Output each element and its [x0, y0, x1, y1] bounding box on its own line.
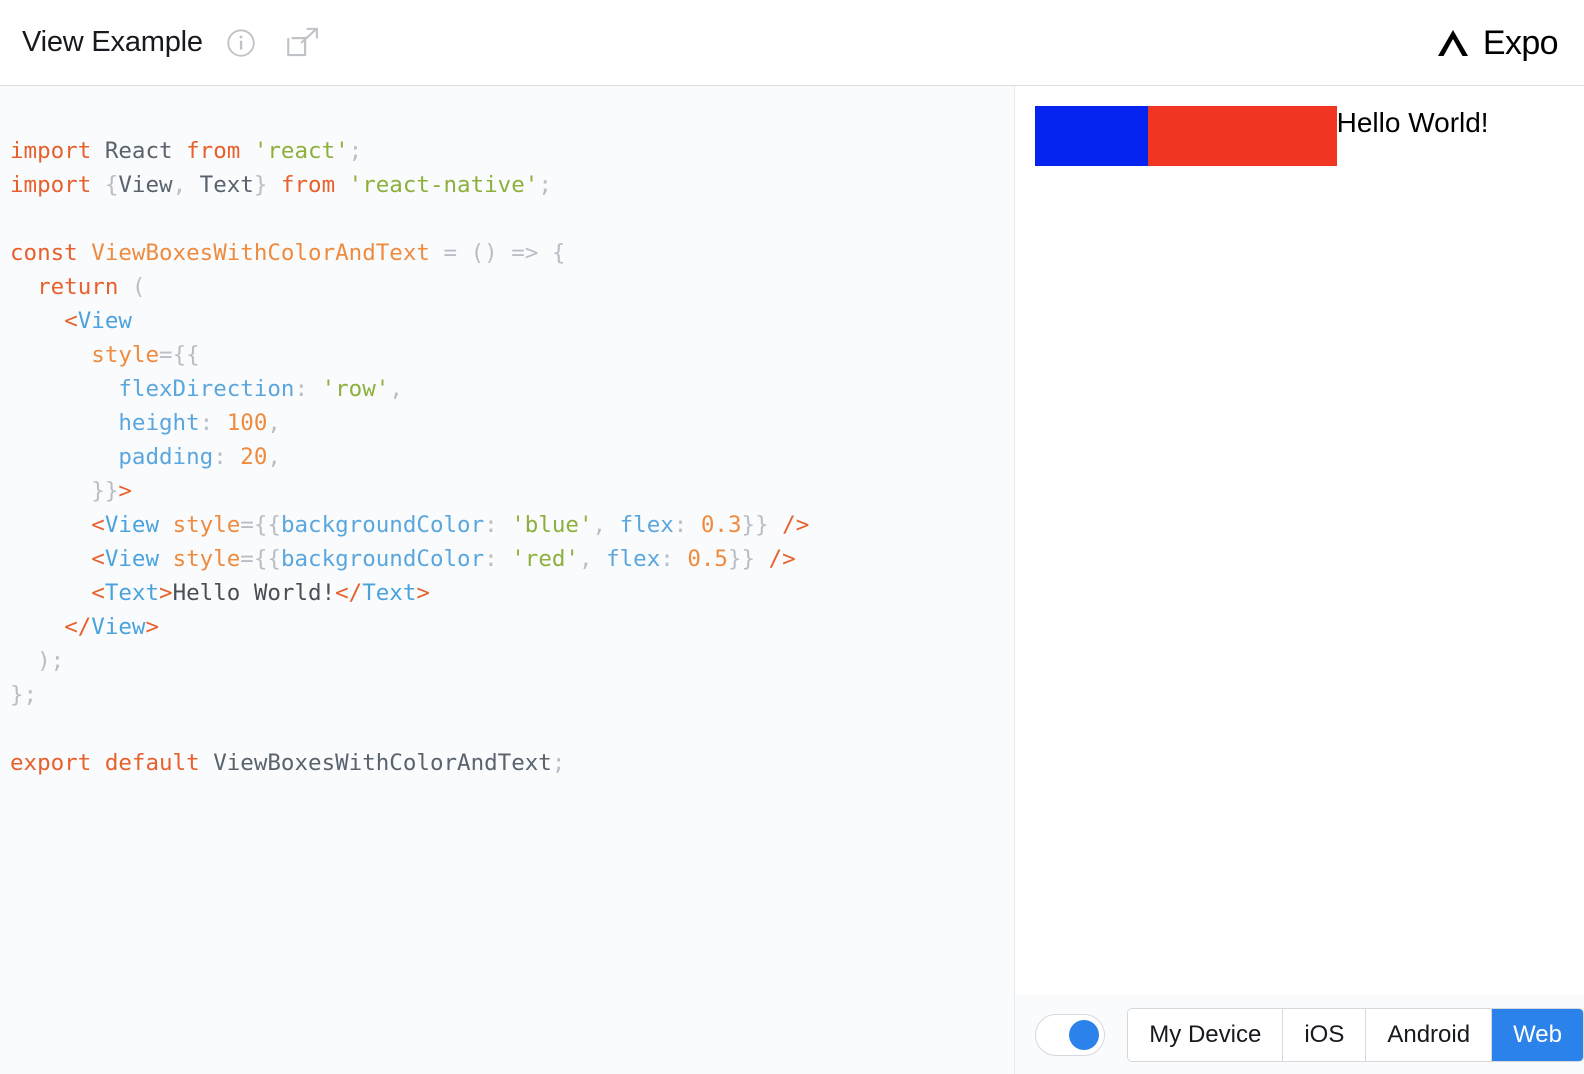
preview-toggle-switch[interactable] [1035, 1013, 1106, 1056]
platform-option-web[interactable]: Web [1492, 1008, 1583, 1061]
app-header: View Example Expo [0, 0, 1584, 86]
platform-option-ios[interactable]: iOS [1283, 1008, 1367, 1061]
code-line: <Text>Hello World!</Text> [91, 580, 430, 606]
code-line: <View [64, 308, 132, 334]
code-line: style={{ [91, 342, 200, 368]
code-line: import {View, Text} from 'react-native'; [10, 172, 552, 198]
preview-pane: Hello World! My Device iOS Android Web [1015, 86, 1584, 1074]
preview-hello-text: Hello World! [1336, 107, 1489, 138]
preview-red-box [1148, 106, 1337, 166]
page-title: View Example [22, 26, 203, 58]
code-line: ); [37, 648, 65, 674]
platform-option-android[interactable]: Android [1366, 1008, 1493, 1061]
platform-option-my-device[interactable]: My Device [1128, 1008, 1284, 1061]
header-left-group: View Example [22, 23, 323, 63]
preview-toolbar: My Device iOS Android Web [1015, 995, 1584, 1074]
code-line: import React from 'react'; [10, 138, 363, 164]
code-editor-content[interactable]: import React from 'react'; import {View, … [0, 86, 1014, 848]
code-line: <View style={{backgroundColor: 'red', fl… [91, 546, 796, 572]
expo-brand[interactable]: Expo [1433, 23, 1559, 62]
code-line: <View style={{backgroundColor: 'blue', f… [91, 512, 810, 538]
code-line: const ViewBoxesWithColorAndText = () => … [10, 240, 566, 266]
main-body: import React from 'react'; import {View, … [0, 86, 1584, 1074]
info-circle-icon[interactable] [221, 23, 261, 63]
toggle-knob [1069, 1019, 1100, 1050]
snack-app-window: View Example Expo import React from 'rea… [0, 0, 1584, 1074]
platform-segmented-control: My Device iOS Android Web [1127, 1007, 1584, 1062]
code-line: }}> [91, 478, 132, 504]
code-line: export default ViewBoxesWithColorAndText… [10, 750, 566, 776]
code-editor-pane[interactable]: import React from 'react'; import {View, … [0, 86, 1014, 1074]
web-preview-frame[interactable]: Hello World! [1015, 86, 1584, 995]
external-link-icon[interactable] [283, 23, 323, 63]
rn-root-view: Hello World! [1015, 86, 1584, 186]
code-line: }; [10, 682, 38, 708]
code-line: return ( [37, 274, 146, 300]
code-line: height: 100, [118, 410, 281, 436]
code-line: </View> [64, 614, 160, 640]
expo-wordmark: Expo [1482, 23, 1559, 62]
code-line: flexDirection: 'row', [118, 376, 403, 402]
expo-chevron-logo [1437, 29, 1468, 56]
preview-blue-box [1035, 106, 1149, 166]
code-line: padding: 20, [118, 444, 281, 470]
